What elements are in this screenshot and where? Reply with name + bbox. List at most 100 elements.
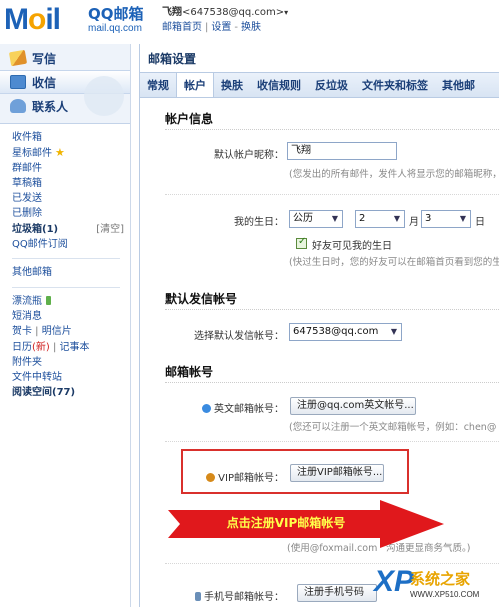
tab-other[interactable]: 其他邮 [435,73,482,97]
folder-other-mailbox[interactable]: 其他邮箱 [12,265,130,280]
settings-tabs: 常规 帐户 换肤 收信规则 反垃圾 文件夹和标签 其他邮 [140,72,499,98]
left-sidebar: 写信 收信 联系人 收件箱 星标邮件 ★ 群邮件 草稿箱 已发送 已删除 垃圾箱(… [0,44,131,607]
site-url-text: WWW.XP510.COM [410,590,480,599]
register-english-button[interactable]: 注册@qq.com英文帐号... [290,397,416,415]
month-select[interactable]: 2 ▼ [355,210,405,228]
nav-calendar[interactable]: 日历 [12,342,32,353]
register-mobile-button[interactable]: 注册手机号码 [297,584,377,602]
nickname-label: 默认帐户昵称： [214,150,284,161]
folder-label: 收件箱 [12,132,42,143]
folder-spam[interactable]: 垃圾箱(1) [清空] [12,222,130,237]
chevron-down-icon: ▼ [390,327,398,336]
site-name-text: 系统之家 [410,570,471,588]
nav-label: 附件夹 [12,356,42,368]
tab-antispam[interactable]: 反垃圾 [308,73,355,97]
english-account-label: 英文邮箱帐号： [180,400,284,415]
mobile-account-text: 手机号邮箱帐号： [204,592,284,603]
day-value: 3 [425,213,432,224]
section-mailbox-accounts: 邮箱帐号 [165,361,499,383]
bottle-icon [46,295,51,305]
sender-value: 647538@qq.com [293,326,379,337]
user-email: <647538@qq.com> [182,7,285,18]
logo-qq-text: QQ邮箱 [88,5,144,23]
folder-inbox[interactable]: 收件箱 [12,130,130,145]
folder-starred[interactable]: 星标邮件 ★ [12,145,130,160]
new-badge: (新) [32,341,50,353]
folder-label: 垃圾箱(1) [12,223,59,235]
nav-cards: 贺卡 | 明信片 [12,326,72,338]
folder-drafts[interactable]: 草稿箱 [12,176,130,191]
tab-rules[interactable]: 收信规则 [250,73,308,97]
site-watermark-logo: XP 系统之家 WWW.XP510.COM [370,566,498,606]
folder-label: 草稿箱 [12,177,42,189]
nickname-input[interactable]: 飞翔 [287,142,397,160]
nav-greeting-card[interactable]: 贺卡 [12,326,32,337]
pencil-icon [8,49,28,67]
nav-label: 漂流瓶 [12,295,42,307]
friends-visible-checkbox[interactable] [296,236,307,249]
birthday-label: 我的生日： [234,217,284,228]
folder-label: 已发送 [12,193,42,205]
vip-account-text: VIP邮箱帐号： [218,473,284,484]
folder-deleted[interactable]: 已删除 [12,206,130,221]
month-unit: 月 [409,217,419,228]
english-account-text: 英文邮箱帐号： [214,404,284,415]
link-skin[interactable]: 换肤 [241,22,261,33]
link-settings[interactable]: 设置 [211,22,231,33]
star-icon: ★ [55,146,65,160]
tab-general[interactable]: 常规 [140,73,176,97]
sidebar-top-actions: 写信 收信 联系人 [0,44,130,124]
folder-label: 已删除 [12,208,42,220]
folder-label: 其他邮箱 [12,267,52,279]
folder-label: QQ邮件订阅 [12,239,68,251]
contacts-icon [10,99,26,113]
receive-label: 收信 [32,75,57,90]
month-value: 2 [359,213,366,224]
nav-file-transfer[interactable]: 文件中转站 [12,370,130,385]
nav-sms[interactable]: 短消息 [12,309,130,324]
nav-label: 阅读空间(77) [12,387,76,399]
logo-wordmark: Moil [4,3,61,36]
header-links: 邮箱首页 | 设置 - 换肤 [162,22,261,33]
chevron-down-icon: ▼ [393,214,401,223]
folder-list: 收件箱 星标邮件 ★ 群邮件 草稿箱 已发送 已删除 垃圾箱(1) [清空] QQ邮… [0,124,130,401]
vip-mail-icon [206,473,216,482]
logo-domain-text: mail.qq.com [88,23,142,34]
arrow-callout-text: 点击注册VIP邮箱帐号 [226,516,346,530]
chevron-down-icon[interactable]: ▾ [284,8,288,17]
compose-button[interactable]: 写信 [0,46,130,70]
folder-group[interactable]: 群邮件 [12,161,130,176]
mobile-account-label: 手机号邮箱帐号： [180,588,284,603]
top-header: Moil QQ邮箱 mail.qq.com 飞翔<647538@qq.com>▾… [0,0,499,44]
nickname-hint: (您发出的所有邮件，发件人将显示您的邮箱昵称， [289,169,499,180]
site-xp-text: XP [374,565,415,598]
section-account-info: 帐户信息 [165,108,499,130]
folder-subscriptions[interactable]: QQ邮件订阅 [12,237,130,252]
birthday-hint: (快过生日时，您的好友可以在邮箱首页看到您的生 [289,257,499,268]
nav-drift-bottle[interactable]: 漂流瓶 [12,294,130,309]
nav-reading-space[interactable]: 阅读空间(77) [12,385,130,400]
tab-skin[interactable]: 换肤 [214,73,250,97]
folder-sent[interactable]: 已发送 [12,191,130,206]
sender-select[interactable]: 647538@qq.com ▼ [289,323,402,341]
user-name: 飞翔 [162,7,182,18]
calendar-type-value: 公历 [293,213,313,224]
section-default-sender: 默认发信帐号 [165,288,499,310]
nav-notebook[interactable]: 记事本 [60,342,90,353]
tab-account[interactable]: 帐户 [176,73,214,97]
calendar-type-select[interactable]: 公历 ▼ [289,210,343,228]
day-select[interactable]: 3 ▼ [421,210,471,228]
nav-calendar-row: 日历(新) | 记事本 [12,341,90,353]
nav-postcard[interactable]: 明信片 [42,326,72,337]
qq-mail-logo[interactable]: Moil QQ邮箱 mail.qq.com [4,4,154,38]
tab-folders[interactable]: 文件夹和标签 [355,73,435,97]
nav-label: 短消息 [12,310,42,322]
nav-attachments[interactable]: 附件夹 [12,355,130,370]
clear-spam-link[interactable]: [清空] [96,222,124,237]
friends-visible-label: 好友可见我的生日 [312,241,392,252]
user-account-line[interactable]: 飞翔<647538@qq.com>▾ [162,3,288,18]
link-mail-home[interactable]: 邮箱首页 [162,22,202,33]
english-mail-icon [202,404,211,413]
divider [165,194,499,195]
register-vip-button[interactable]: 注册VIP邮箱帐号... [290,464,384,482]
